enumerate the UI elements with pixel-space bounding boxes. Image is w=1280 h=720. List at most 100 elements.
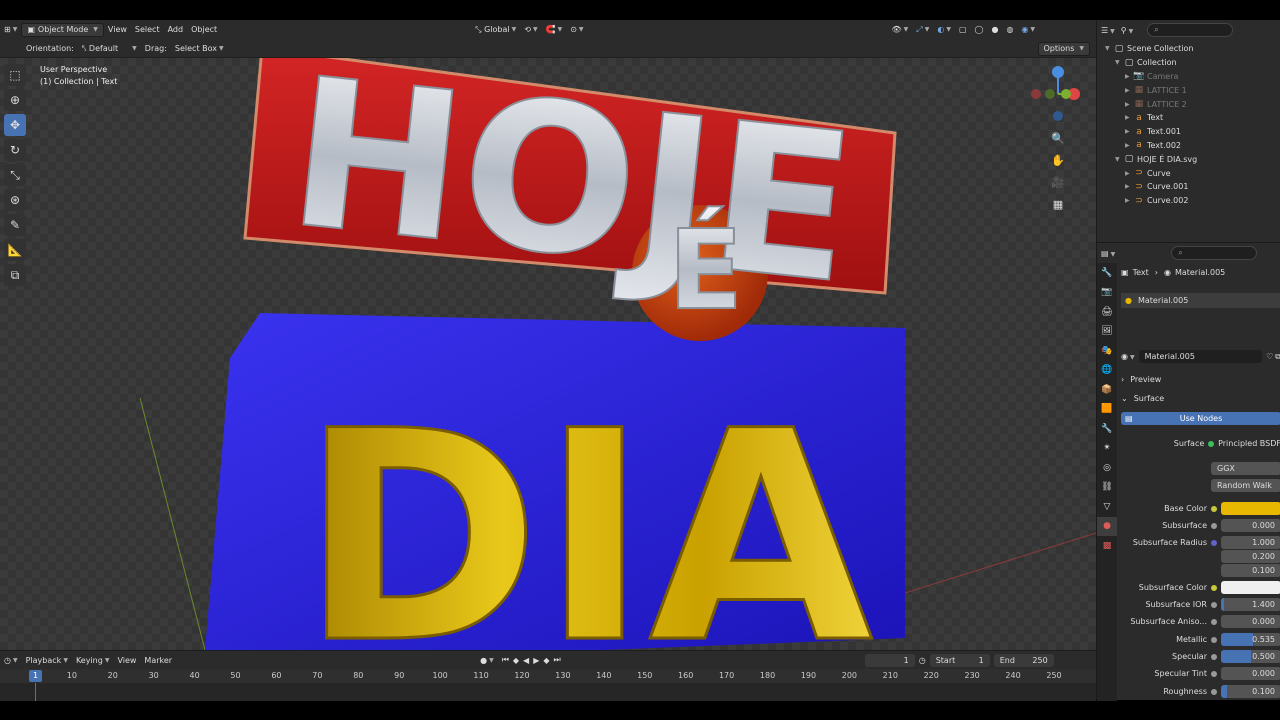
drag-dropdown[interactable]: Select Box ▼: [171, 41, 228, 57]
axis-gizmo[interactable]: [1028, 64, 1088, 124]
shading-solid-icon[interactable]: ●: [987, 22, 1002, 38]
shader-input-value[interactable]: 0.000: [1221, 615, 1280, 628]
jump-end-icon[interactable]: ⏭: [554, 655, 561, 665]
outliner-item[interactable]: ▼ ▢ HOJE É DIA.svg: [1097, 152, 1280, 166]
current-frame-indicator[interactable]: 1: [29, 670, 42, 682]
input-socket-dot[interactable]: [1211, 584, 1217, 591]
gizmo-icon[interactable]: ⤢ ▼: [912, 22, 933, 38]
camera-view-icon[interactable]: 🎥: [1048, 172, 1068, 192]
shader-input-value[interactable]: 0.200: [1221, 550, 1280, 563]
outliner-search-input[interactable]: ⌕: [1147, 23, 1234, 37]
shader-input-value[interactable]: [1221, 581, 1280, 594]
visibility-icon[interactable]: 👁 ▼: [888, 22, 913, 38]
input-socket-dot[interactable]: [1211, 670, 1217, 677]
transform-orientation-dropdown[interactable]: ⤡ Global ▼: [471, 22, 520, 38]
outliner-item[interactable]: ▶ ▦ LATTICE 2: [1097, 97, 1280, 111]
expand-arrow-icon[interactable]: ▶: [1125, 101, 1133, 108]
timeline-track[interactable]: [0, 683, 1096, 701]
record-icon[interactable]: ● ▼: [476, 652, 498, 668]
menu-keying[interactable]: Keying ▼: [72, 652, 114, 668]
modifier-tab-icon[interactable]: 🔧: [1097, 419, 1117, 439]
outliner-item[interactable]: ▶ 📷 Camera: [1097, 70, 1280, 84]
menu-timeline-view[interactable]: View: [113, 652, 140, 668]
expand-arrow-icon[interactable]: ▼: [1115, 156, 1123, 163]
collection-tab-icon[interactable]: 📦: [1097, 380, 1117, 400]
expand-arrow-icon[interactable]: ▼: [1105, 45, 1113, 52]
pan-hand-icon[interactable]: ✋: [1048, 150, 1068, 170]
output-tab-icon[interactable]: 🖨: [1097, 302, 1117, 322]
shader-input-value[interactable]: 0.500: [1221, 650, 1280, 663]
move-tool-icon[interactable]: ✥: [4, 114, 26, 136]
material-selector[interactable]: ◉ ▼ Material.005 ♡ ⧉: [1121, 349, 1280, 364]
current-frame-field[interactable]: 1: [864, 653, 915, 667]
properties-editor-icon[interactable]: ▤ ▼: [1101, 249, 1115, 258]
zoom-icon[interactable]: 🔍: [1048, 128, 1068, 148]
material-tab-icon[interactable]: ●: [1097, 516, 1117, 536]
outliner-item[interactable]: ▶ a Text.001: [1097, 125, 1280, 139]
menu-marker[interactable]: Marker: [140, 652, 176, 668]
filter-icon[interactable]: ⚲ ▼: [1121, 26, 1133, 35]
overlay-icon[interactable]: ◐ ▼: [933, 22, 955, 38]
object-tab-icon[interactable]: 🟧: [1097, 400, 1117, 420]
shader-input-value[interactable]: 0.000: [1221, 519, 1280, 532]
particles-tab-icon[interactable]: ✴: [1097, 439, 1117, 459]
surface-shader-field[interactable]: Principled BSDF: [1218, 439, 1280, 448]
next-keyframe-icon[interactable]: ◆: [543, 656, 549, 665]
menu-add[interactable]: Add: [164, 22, 188, 38]
rotate-tool-icon[interactable]: ↻: [4, 139, 26, 161]
outliner-item[interactable]: ▶ a Text: [1097, 111, 1280, 125]
shader-input-value[interactable]: 0.000: [1221, 667, 1280, 680]
cursor-tool-icon[interactable]: ⊕: [4, 89, 26, 111]
jump-start-icon[interactable]: ⏮: [502, 655, 509, 665]
shader-input-value[interactable]: 0.535: [1221, 633, 1280, 646]
input-socket-dot[interactable]: [1211, 636, 1217, 643]
expand-arrow-icon[interactable]: ▶: [1125, 183, 1133, 190]
timeline-ruler[interactable]: 1 10 20 30 40 50 60 70 80 90 100 110 120 130 140 150 160…: [0, 669, 1096, 683]
outliner-editor-icon[interactable]: ☰ ▼: [1101, 26, 1115, 35]
subsurface-method-dropdown[interactable]: Random Walk: [1211, 479, 1280, 492]
outliner-item[interactable]: ▶ ▦ LATTICE 1: [1097, 83, 1280, 97]
outliner-item[interactable]: ▼ ▢ Scene Collection: [1097, 42, 1280, 56]
transform-tool-icon[interactable]: ⊛: [4, 189, 26, 211]
outliner-item[interactable]: ▼ ▢ Collection: [1097, 56, 1280, 70]
shader-input-value[interactable]: 0.100: [1221, 564, 1280, 577]
texture-tab-icon[interactable]: ▩: [1097, 536, 1117, 556]
grid-view-icon[interactable]: ▦: [1048, 194, 1068, 214]
preview-range-icon[interactable]: ◷: [915, 652, 930, 668]
input-socket-dot[interactable]: [1211, 618, 1217, 625]
input-socket-dot[interactable]: [1211, 653, 1217, 660]
shader-input-value[interactable]: 1.000: [1221, 536, 1280, 549]
scale-tool-icon[interactable]: ⤡: [4, 164, 26, 186]
expand-arrow-icon[interactable]: ▶: [1125, 87, 1133, 94]
expand-arrow-icon[interactable]: ▶: [1125, 128, 1133, 135]
shading-wireframe-icon[interactable]: ◯: [971, 22, 988, 38]
snap-icon[interactable]: 🧲 ▼: [542, 22, 567, 38]
scene-tab-icon[interactable]: 🎭: [1097, 341, 1117, 361]
expand-arrow-icon[interactable]: ▼: [1115, 59, 1123, 66]
outliner-item[interactable]: ▶ ⊃ Curve.001: [1097, 180, 1280, 194]
xray-icon[interactable]: ▢: [955, 22, 971, 38]
play-icon[interactable]: ▶: [533, 656, 539, 665]
use-nodes-button[interactable]: ▤ Use Nodes: [1121, 412, 1280, 425]
world-tab-icon[interactable]: 🌐: [1097, 361, 1117, 381]
shader-input-value[interactable]: [1221, 502, 1280, 515]
shader-input-value[interactable]: 1.400: [1221, 598, 1280, 611]
expand-arrow-icon[interactable]: ▶: [1125, 142, 1133, 149]
tool-tab-icon[interactable]: 🔧: [1097, 263, 1117, 283]
prev-keyframe-icon[interactable]: ◆: [513, 656, 519, 665]
end-frame-field[interactable]: End 250: [993, 653, 1054, 667]
menu-playback[interactable]: Playback ▼: [22, 652, 72, 668]
pivot-icon[interactable]: ⟲ ▼: [520, 22, 541, 38]
input-socket-dot[interactable]: [1211, 522, 1217, 529]
timeline-editor-icon[interactable]: ◷ ▼: [0, 652, 22, 668]
proportional-edit-icon[interactable]: ⊙ ▼: [566, 22, 587, 38]
timeline-playhead[interactable]: [35, 683, 36, 701]
material-name-field[interactable]: Material.005: [1138, 350, 1263, 363]
outliner-item[interactable]: ▶ a Text.002: [1097, 139, 1280, 153]
add-cube-tool-icon[interactable]: ⧉: [4, 264, 26, 286]
orientation-dropdown[interactable]: ⤣ Default ▼: [78, 41, 141, 57]
duplicate-icon[interactable]: ⧉: [1275, 352, 1280, 362]
input-socket-dot[interactable]: [1211, 539, 1217, 546]
menu-view[interactable]: View: [104, 22, 131, 38]
play-reverse-icon[interactable]: ◀: [523, 656, 529, 665]
